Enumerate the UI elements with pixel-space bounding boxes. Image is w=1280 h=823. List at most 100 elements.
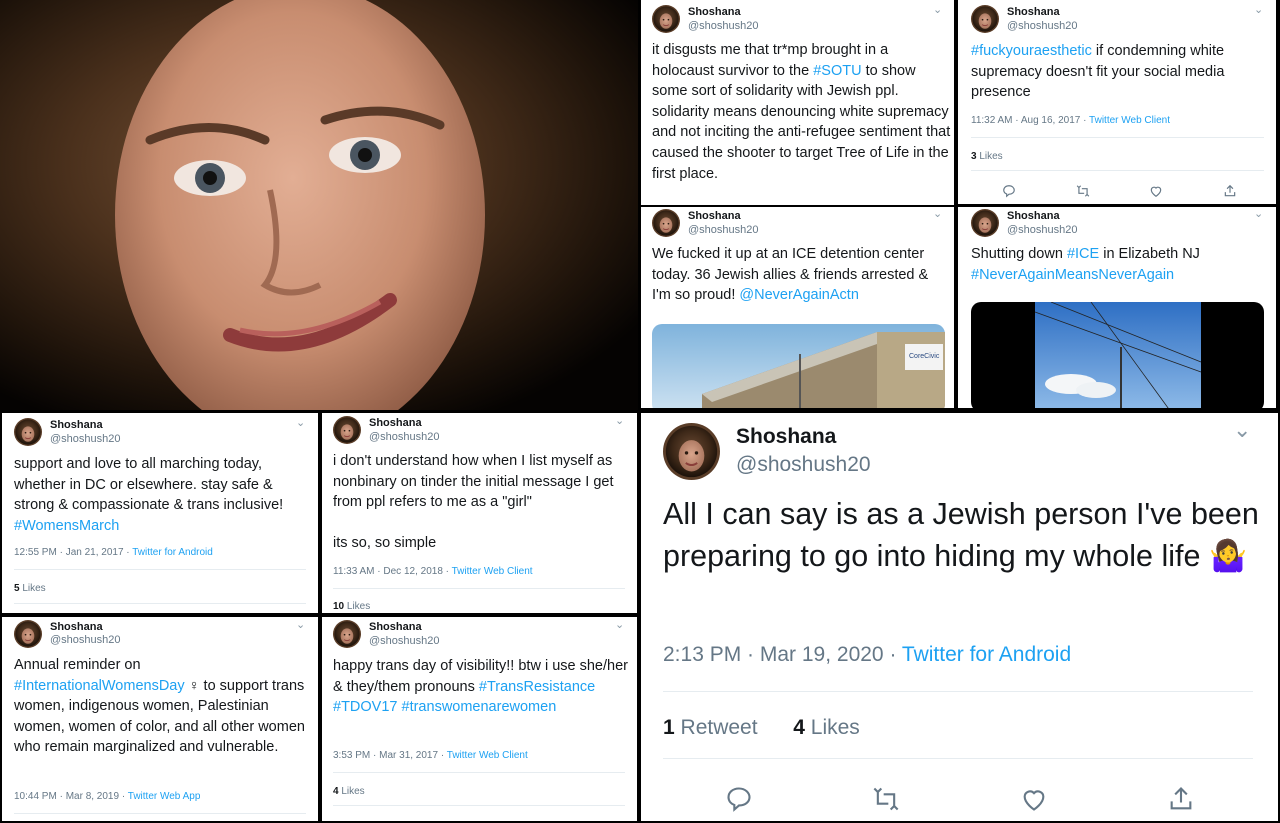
chevron-down-icon[interactable]: ⌄ [1233,417,1251,443]
tweet-card-hiding[interactable]: Shoshana @shoshush20 ⌄ All I can say is … [641,413,1278,821]
tweet-text-segment: support and love to all marching today, … [14,456,284,514]
user-name[interactable]: Shoshana [736,425,836,449]
tweet-card-womens-day[interactable]: Shoshana @shoshush20 ⌄ Annual reminder o… [2,617,318,821]
tweet-text: Annual reminder on #InternationalWomensD… [14,655,314,758]
hashtag-link[interactable]: #InternationalWomensDay [14,678,185,694]
retweets-count[interactable]: 1 Retweet [663,716,758,739]
chevron-down-icon[interactable]: ⌄ [296,416,305,429]
divider [333,772,625,773]
user-name[interactable]: Shoshana [50,621,103,633]
tweet-text-segment: Shutting down [971,246,1067,262]
user-handle[interactable]: @shoshush20 [50,433,121,445]
user-handle[interactable]: @shoshush20 [688,20,759,32]
hashtag-link[interactable]: #fuckyouraesthetic [971,43,1092,59]
user-handle[interactable]: @shoshush20 [369,431,440,443]
tweet-text-segment: to show some sort of solidarity with Jew… [652,62,951,182]
share-icon[interactable] [1223,184,1237,198]
hashtag-link[interactable]: #transwomenarewomen [402,699,557,715]
tweet-text: support and love to all marching today, … [14,454,314,536]
hashtag-link[interactable]: #WomensMarch [14,518,119,534]
tweet-media-photo[interactable]: CoreCivic [652,324,945,408]
user-name[interactable]: Shoshana [1007,210,1060,222]
tweet-card-sotu[interactable]: Shoshana @shoshush20 ⌄ it disgusts me th… [641,0,954,205]
avatar[interactable] [971,209,999,237]
retweet-icon[interactable] [1076,184,1090,198]
hashtag-link[interactable]: #TransResistance [479,679,595,695]
avatar[interactable] [652,209,680,237]
chevron-down-icon[interactable]: ⌄ [933,207,942,220]
user-name[interactable]: Shoshana [50,419,103,431]
tweet-text-segment: ♀ [184,677,204,694]
divider [663,691,1253,692]
tweet-timestamp: 11:32 AM · Aug 16, 2017 · Twitter Web Cl… [971,115,1170,126]
chevron-down-icon[interactable]: ⌄ [615,414,624,427]
reply-icon[interactable] [1002,184,1016,198]
divider [663,758,1253,759]
hashtag-link[interactable]: #TDOV17 [333,699,397,715]
likes-count[interactable]: 3 Likes [971,151,1003,162]
tweet-timestamp: 2:13 PM · Mar 19, 2020 · Twitter for And… [663,643,1072,666]
divider [333,588,625,589]
tweet-source-link[interactable]: Twitter Web Client [1089,115,1170,126]
avatar[interactable] [14,620,42,648]
chevron-down-icon[interactable]: ⌄ [1254,3,1263,16]
divider [14,569,306,570]
avatar[interactable] [333,416,361,444]
tweet-source-link[interactable]: Twitter Web App [128,791,201,802]
divider [14,603,306,604]
avatar[interactable] [663,423,720,480]
hashtag-link[interactable]: @NeverAgainActn [739,287,859,303]
share-icon[interactable] [1167,785,1195,813]
hashtag-link[interactable]: #ICE [1067,246,1099,262]
user-name[interactable]: Shoshana [688,210,741,222]
tweet-text-segment: i don't understand how when I list mysel… [333,453,614,552]
hashtag-link[interactable]: #SOTU [813,63,861,79]
user-name[interactable]: Shoshana [688,6,741,18]
user-handle[interactable]: @shoshush20 [688,224,759,236]
likes-count[interactable]: 10 Likes [333,601,370,612]
tweet-card-aesthetic[interactable]: Shoshana @shoshush20 ⌄ #fuckyouraestheti… [958,0,1276,204]
tweet-text: happy trans day of visibility!! btw i us… [333,656,633,718]
user-handle[interactable]: @shoshush20 [1007,224,1078,236]
tweet-timestamp: 11:33 AM · Dec 12, 2018 · Twitter Web Cl… [333,566,533,577]
engagement-stats: 1 Retweet 4 Likes [663,716,860,740]
tweet-text-segment: 🤷‍♀️ [1208,539,1247,573]
avatar[interactable] [971,5,999,33]
user-handle[interactable]: @shoshush20 [1007,20,1078,32]
tweet-text: it disgusts me that tr*mp brought in a h… [652,40,952,184]
retweet-icon[interactable] [872,785,900,813]
user-handle[interactable]: @shoshush20 [736,453,871,477]
tweet-actions [1002,184,1237,198]
likes-count[interactable]: 4 Likes [333,786,365,797]
chevron-down-icon[interactable]: ⌄ [615,618,624,631]
heart-icon[interactable] [1020,785,1048,813]
avatar[interactable] [333,620,361,648]
tweet-card-womens-march[interactable]: Shoshana @shoshush20 ⌄ support and love … [2,413,318,613]
user-name[interactable]: Shoshana [1007,6,1060,18]
chevron-down-icon[interactable]: ⌄ [933,3,942,16]
hashtag-link[interactable]: #NeverAgainMeansNeverAgain [971,267,1174,283]
chevron-down-icon[interactable]: ⌄ [1254,207,1263,220]
reply-icon[interactable] [725,785,753,813]
avatar[interactable] [652,5,680,33]
user-handle[interactable]: @shoshush20 [369,635,440,647]
likes-count[interactable]: 4 Likes [793,716,860,739]
tweet-source-link[interactable]: Twitter for Android [902,643,1071,666]
user-name[interactable]: Shoshana [369,417,422,429]
building-sign-text: CoreCivic [909,353,940,360]
tweet-text: i don't understand how when I list mysel… [333,451,633,554]
chevron-down-icon[interactable]: ⌄ [296,618,305,631]
tweet-source-link[interactable]: Twitter Web Client [447,750,528,761]
user-handle[interactable]: @shoshush20 [50,634,121,646]
user-name[interactable]: Shoshana [369,621,422,633]
heart-icon[interactable] [1149,184,1163,198]
tweet-card-tinder[interactable]: Shoshana @shoshush20 ⌄ i don't understan… [322,413,637,613]
likes-count[interactable]: 5 Likes [14,583,46,594]
tweet-card-ice-detention[interactable]: Shoshana @shoshush20 ⌄ We fucked it up a… [641,207,954,408]
tweet-card-tdov[interactable]: Shoshana @shoshush20 ⌄ happy trans day o… [322,617,637,821]
tweet-card-shutting-down-ice[interactable]: Shoshana @shoshush20 ⌄ Shutting down #IC… [958,207,1276,408]
tweet-media-video[interactable] [971,302,1264,408]
tweet-source-link[interactable]: Twitter Web Client [452,566,533,577]
avatar[interactable] [14,418,42,446]
tweet-source-link[interactable]: Twitter for Android [132,547,213,558]
